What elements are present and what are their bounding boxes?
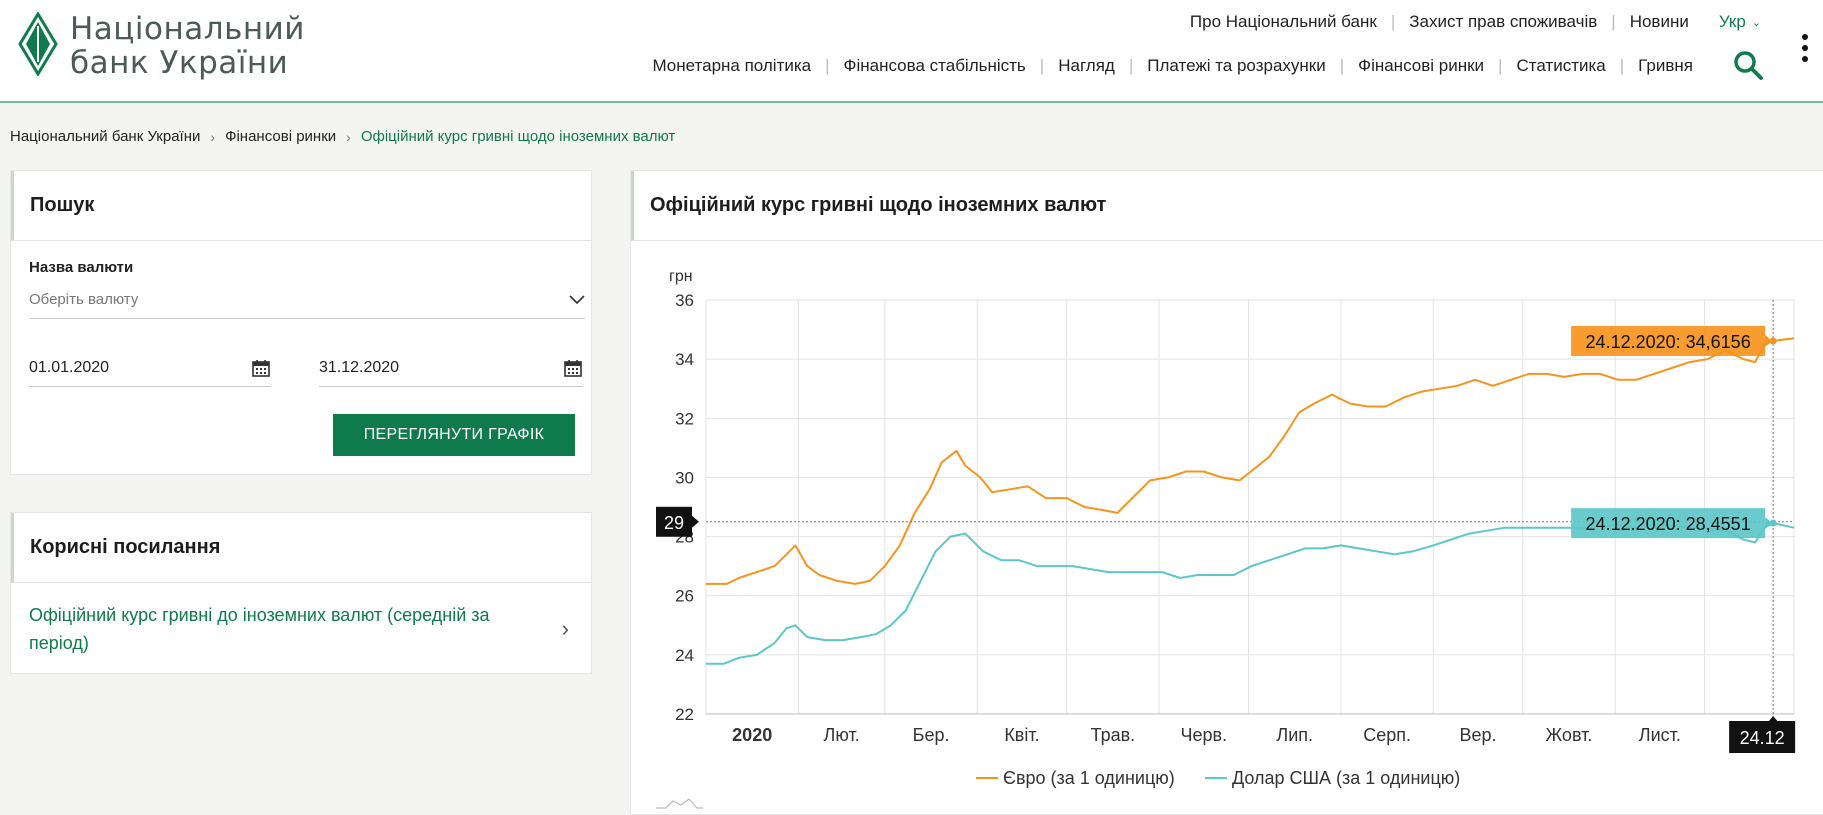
y-tick-label: 34 [675,350,694,369]
currency-placeholder: Оберіть валюту [29,291,139,308]
date-to-field[interactable]: 31.12.2020 [319,349,583,387]
chart-panel-title: Офіційний курс гривні щодо іноземних вал… [631,171,1823,241]
top-link-consumer-protection[interactable]: Захист прав споживачів [1409,12,1597,32]
navigator-icon [656,798,703,809]
nav-monetary-policy[interactable]: Монетарна політика [652,56,811,76]
date-from-field[interactable]: 01.01.2020 [29,349,271,387]
nav-payments[interactable]: Платежі та розрахунки [1147,56,1325,76]
x-tick-label: Трав. [1091,725,1136,745]
x-tick-label: Серп. [1363,725,1411,745]
search-icon[interactable] [1733,50,1763,80]
calendar-icon[interactable] [251,358,271,378]
separator: | [1390,12,1396,31]
nav-financial-stability[interactable]: Фінансова стабільність [844,56,1026,76]
useful-links-panel: Корисні посилання Офіційний курс гривні … [10,512,592,674]
search-panel-title: Пошук [11,171,591,241]
useful-link-label: Офіційний курс гривні до іноземних валют… [29,605,490,653]
top-link-about[interactable]: Про Національний банк [1190,12,1377,32]
view-chart-button[interactable]: ПЕРЕГЛЯНУТИ ГРАФІК [333,414,575,456]
chart-panel: Офіційний курс гривні щодо іноземних вал… [630,170,1823,815]
nbu-logo[interactable]: Національний банк України [18,12,305,80]
chevron-right-icon: › [561,616,569,641]
nav-hryvnia[interactable]: Гривня [1638,56,1693,76]
tooltip-pointer-1 [1765,517,1773,530]
y-tick-label: 30 [675,468,694,487]
tooltip-pointer-0 [1765,334,1773,347]
date-from-value: 01.01.2020 [29,358,110,376]
logo-line2: банк України [70,45,289,81]
x-tick-label: Бер. [913,725,950,745]
nav-financial-markets[interactable]: Фінансові ринки [1358,56,1484,76]
separator: | [1611,12,1616,31]
nav-statistics[interactable]: Статистика [1516,56,1605,76]
nbu-emblem-icon [18,12,58,76]
breadcrumb-current: Офіційний курс гривні щодо іноземних вал… [360,128,676,145]
top-link-news[interactable]: Новини [1630,12,1689,32]
x-tick-label: Лют. [824,725,860,745]
language-label: Укр [1718,12,1746,31]
separator: | [825,56,830,75]
main-nav: Монетарна політика | Фінансова стабільні… [652,56,1693,76]
legend-label-0: Євро (за 1 одиницю) [1003,768,1175,788]
separator: | [1339,56,1345,75]
chevron-down-icon [569,294,585,304]
separator: | [1128,56,1134,75]
breadcrumb: Національний банк України › Фінансові ри… [10,128,675,145]
calendar-icon[interactable] [563,358,583,378]
crosshair-x-label: 24.12 [1740,728,1785,748]
site-header: Національний банк України Про Національн… [0,0,1823,103]
x-tick-label: Вер. [1460,725,1497,745]
search-panel: Пошук Назва валюти Оберіть валюту 01.01.… [10,170,592,475]
x-tick-label: Лист. [1639,725,1681,745]
y-tick-label: 36 [675,291,694,310]
y-tick-label: 24 [675,646,694,665]
x-tick-label: Жовт. [1546,725,1593,745]
top-links: Про Національний банк | Захист прав спож… [1190,12,1761,32]
exchange-rate-chart[interactable]: 2224262830323436грн2020 Лют. Бер. Квіт. Трав… [631,243,1823,815]
tooltip-label-0: 24.12.2020: 34,6156 [1586,332,1751,352]
tooltip-label-1: 24.12.2020: 28,4551 [1586,514,1751,534]
separator: | [1039,56,1045,75]
logo-line1: Національний [70,11,305,47]
nav-supervision[interactable]: Нагляд [1058,56,1115,76]
chevron-right-icon: › [210,128,216,145]
legend-label-1: Долар США (за 1 одиницю) [1232,768,1460,788]
useful-link-average-rate[interactable]: Офіційний курс гривні до іноземних валют… [11,583,591,657]
x-tick-label: Лип. [1276,725,1313,745]
x-tick-label: Черв. [1181,725,1228,745]
chevron-right-icon: › [346,128,351,145]
date-to-value: 31.12.2020 [319,358,400,376]
separator: | [1619,56,1625,75]
x-tick-label: Квіт. [1004,725,1039,745]
more-menu-icon[interactable] [1801,34,1809,62]
x-tick-label: 2020 [732,725,772,745]
chevron-down-icon: ⌄ [1751,16,1761,29]
logo-text: Національний банк України [70,12,305,80]
series-line-0 [706,337,1795,585]
series-line-1 [706,522,1795,665]
y-tick-label: 32 [675,409,694,428]
breadcrumb-home[interactable]: Національний банк України [10,128,200,145]
y-axis-label: грн [669,268,693,285]
language-selector[interactable]: Укр ⌄ [1719,12,1761,32]
currency-label: Назва валюти [29,259,134,276]
breadcrumb-financial-markets[interactable]: Фінансові ринки [225,128,336,145]
y-tick-label: 22 [675,705,694,724]
y-tick-label: 26 [675,587,694,606]
crosshair-y-label-pointer [692,515,699,528]
separator: | [1498,56,1503,75]
useful-links-title: Корисні посилання [11,513,591,583]
currency-select[interactable]: Оберіть валюту [29,281,585,319]
crosshair-y-label: 29 [664,513,684,533]
